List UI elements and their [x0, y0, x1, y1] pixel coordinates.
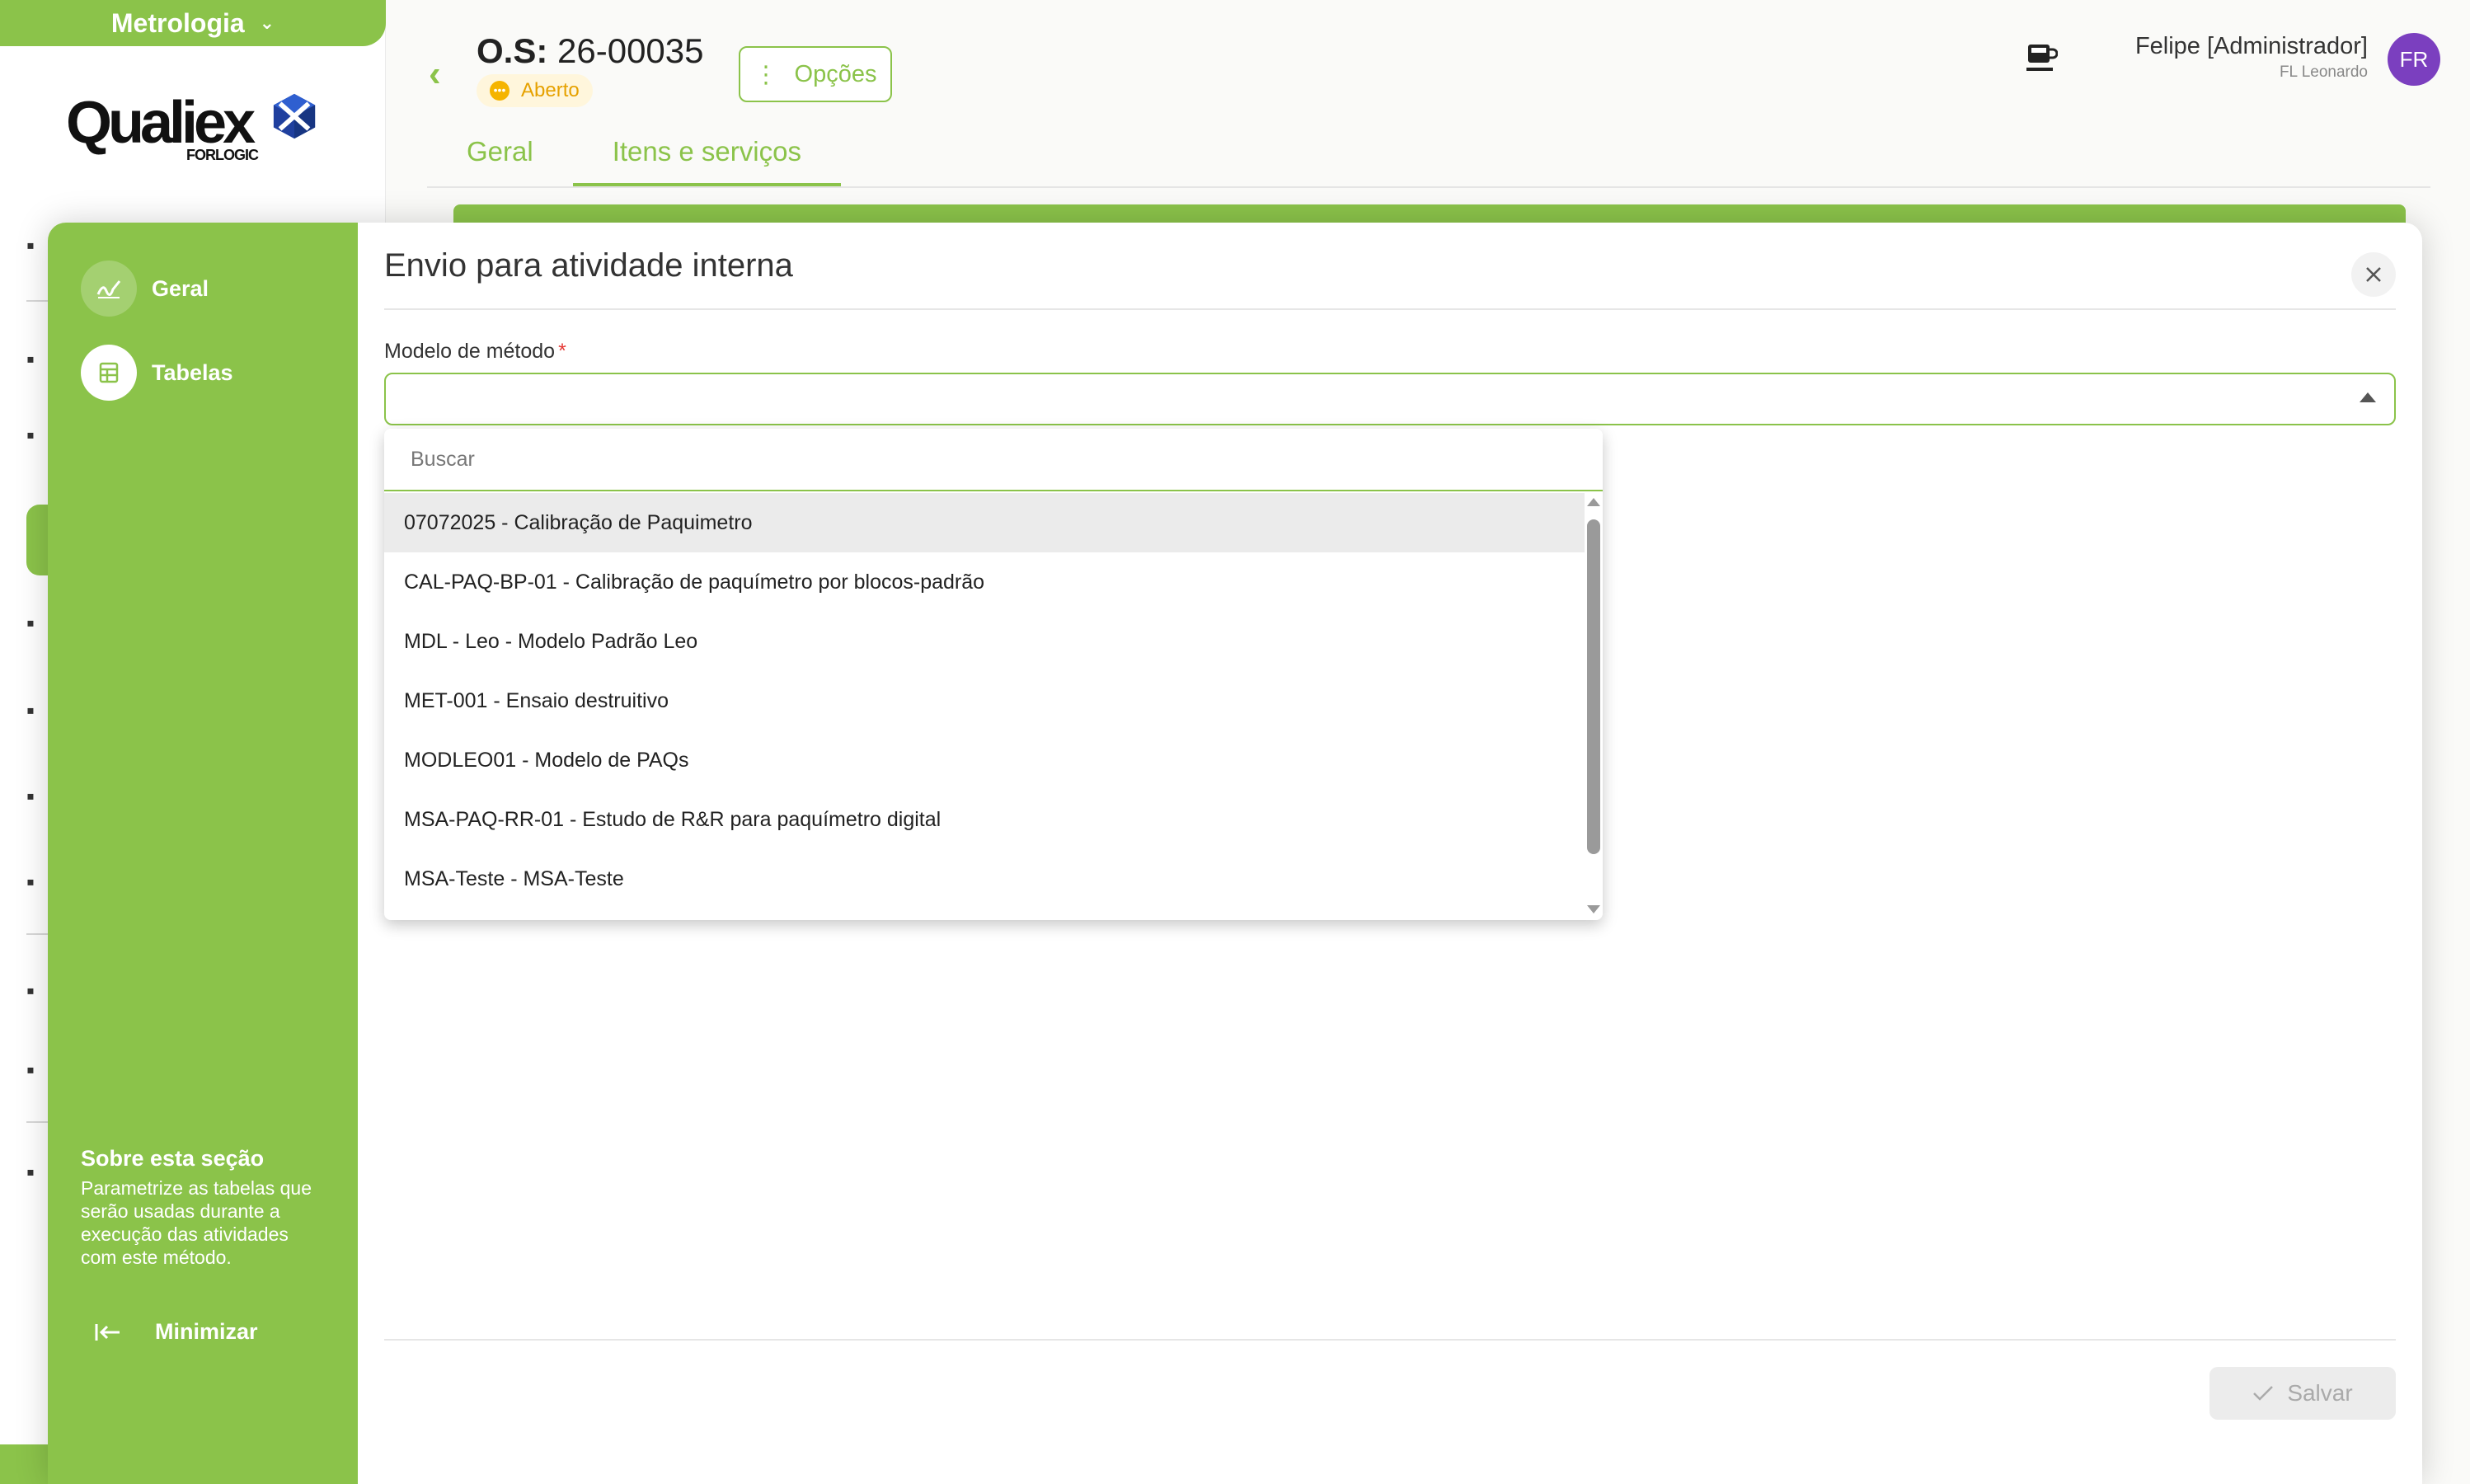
dropdown-option[interactable]: MET-001 - Ensaio destruitivo: [384, 671, 1585, 730]
logo-wordmark: Qualiex: [66, 90, 256, 156]
save-label: Salvar: [2287, 1380, 2353, 1406]
avatar[interactable]: FR: [2388, 33, 2440, 86]
caret-up-icon: [2360, 392, 2376, 402]
chevron-down-icon: ⌄: [259, 12, 275, 33]
close-icon: [2366, 267, 2381, 282]
close-button[interactable]: [2351, 252, 2396, 297]
qualiex-logo: Qualiex FORLOGIC: [66, 89, 330, 171]
status-dots-icon: •••: [490, 81, 509, 101]
method-model-label: Modelo de método *: [384, 340, 566, 364]
section-about: Sobre esta seção Parametrize as tabelas …: [81, 1146, 328, 1269]
logo-cube-icon: [273, 93, 316, 139]
dropdown-search-input[interactable]: [384, 429, 1603, 490]
minimize-button[interactable]: Minimizar: [94, 1319, 258, 1345]
table-icon: [81, 345, 137, 401]
dropdown-search: [384, 429, 1603, 491]
method-model-dropdown: 07072025 - Calibração de Paquimetro CAL-…: [384, 429, 1603, 920]
scrollbar-thumb[interactable]: [1587, 519, 1600, 854]
method-model-label-text: Modelo de método: [384, 340, 556, 363]
dropdown-options: 07072025 - Calibração de Paquimetro CAL-…: [384, 493, 1585, 909]
scroll-down-icon[interactable]: [1587, 905, 1600, 913]
dropdown-option[interactable]: MSA-PAQ-RR-01 - Estudo de R&R para paquí…: [384, 790, 1585, 849]
footer-divider: [384, 1339, 2396, 1341]
about-text: Parametrize as tabelas que serão usadas …: [81, 1177, 312, 1268]
modal-nav-tabelas[interactable]: Tabelas: [81, 345, 233, 401]
internal-activity-modal: Geral Tabelas Sobre esta seção Parametri…: [48, 223, 2422, 1484]
os-tabs: Geral Itens e serviços: [427, 125, 841, 186]
modal-nav-geral[interactable]: Geral: [81, 261, 209, 317]
tab-geral[interactable]: Geral: [427, 125, 573, 186]
more-vertical-icon: ⋮: [754, 61, 778, 88]
collapse-left-icon: [95, 1323, 120, 1341]
modal-nav-tabelas-label: Tabelas: [152, 359, 233, 385]
about-title: Sobre esta seção: [81, 1146, 265, 1171]
user-company: FL Leonardo: [2279, 63, 2368, 81]
user-name: Felipe [Administrador]: [2134, 33, 2368, 59]
check-icon: [2253, 1386, 2274, 1401]
status-label: Aberto: [521, 79, 580, 101]
dropdown-option[interactable]: MDL - Leo - Modelo Padrão Leo: [384, 612, 1585, 671]
dropdown-scrollbar[interactable]: [1585, 493, 1603, 920]
dropdown-option[interactable]: CAL-PAQ-BP-01 - Calibração de paquímetro…: [384, 552, 1585, 612]
options-label: Opções: [794, 60, 877, 87]
module-name: Metrologia: [110, 7, 245, 38]
dropdown-option[interactable]: MODLEO01 - Modelo de PAQs: [384, 730, 1585, 790]
logo-subtext: FORLOGIC: [186, 147, 259, 163]
tab-itens-servicos[interactable]: Itens e serviços: [572, 125, 841, 186]
modal-title: Envio para atividade interna: [384, 247, 793, 284]
scroll-up-icon[interactable]: [1587, 498, 1600, 506]
os-title: O.S: 26-00035: [477, 31, 704, 71]
rail-footer: [0, 1444, 49, 1484]
required-mark: *: [558, 340, 566, 363]
options-button[interactable]: ⋮ Opções: [739, 46, 892, 102]
status-badge: ••• Aberto: [477, 74, 593, 107]
method-model-select[interactable]: [384, 373, 2396, 425]
os-number: 26-00035: [557, 31, 704, 70]
modal-nav-geral-label: Geral: [152, 275, 209, 301]
coffee-cup-icon[interactable]: [2025, 40, 2058, 77]
save-button[interactable]: Salvar: [2209, 1367, 2396, 1420]
os-prefix: O.S:: [477, 31, 548, 70]
signature-icon: [81, 261, 137, 317]
title-divider: [384, 308, 2396, 310]
back-arrow-icon[interactable]: ‹: [429, 54, 462, 94]
dropdown-option[interactable]: MSA-Teste - MSA-Teste: [384, 849, 1585, 909]
minimize-label: Minimizar: [155, 1319, 258, 1344]
tabs-divider: [427, 186, 2430, 188]
module-switcher[interactable]: Metrologia ⌄: [0, 0, 386, 46]
dropdown-option[interactable]: 07072025 - Calibração de Paquimetro: [384, 493, 1585, 552]
modal-sidebar: Geral Tabelas Sobre esta seção Parametri…: [48, 223, 358, 1484]
user-info[interactable]: Felipe [Administrador] FL Leonardo: [2135, 33, 2368, 82]
